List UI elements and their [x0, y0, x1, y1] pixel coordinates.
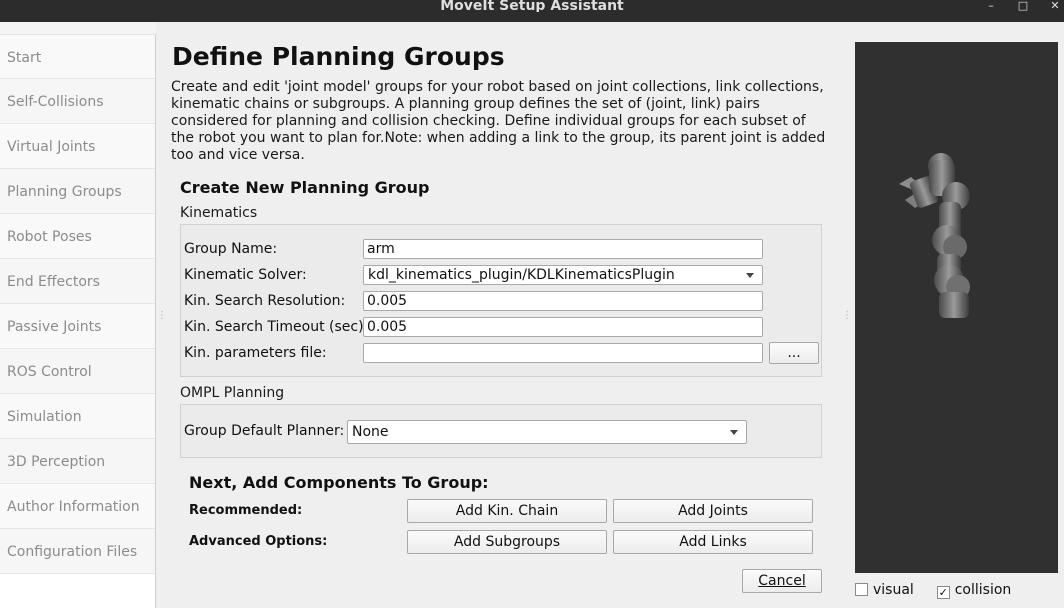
visual-checkbox[interactable]	[855, 583, 868, 596]
group-name-input[interactable]: arm	[363, 239, 763, 259]
create-group-heading: Create New Planning Group	[180, 178, 430, 197]
sidebar-item-self-collisions[interactable]: Self-Collisions	[0, 79, 155, 124]
add-joints-button[interactable]: Add Joints	[613, 499, 813, 523]
add-subgroups-button[interactable]: Add Subgroups	[407, 530, 607, 554]
chevron-down-icon	[746, 273, 754, 278]
window-titlebar: MoveIt Setup Assistant – □ ✕	[0, 0, 1064, 22]
default-planner-select[interactable]: None	[347, 420, 747, 444]
window-title: MoveIt Setup Assistant	[440, 0, 624, 12]
sidebar-item-start[interactable]: Start	[0, 34, 155, 79]
sidebar-item-author-information[interactable]: Author Information	[0, 484, 155, 529]
splitter-handle-right[interactable]: ⋮	[842, 310, 852, 321]
sidebar-item-planning-groups[interactable]: Planning Groups	[0, 169, 155, 214]
ompl-group-box: Group Default Planner: None	[180, 404, 822, 458]
sidebar-item-configuration-files[interactable]: Configuration Files	[0, 529, 155, 574]
main-panel: Define Planning Groups Create and edit '…	[160, 22, 840, 608]
kinematic-solver-value: kdl_kinematics_plugin/KDLKinematicsPlugi…	[368, 267, 675, 283]
viewer-options: visual ✓ collision	[855, 582, 1011, 599]
cancel-button[interactable]: Cancel	[742, 569, 822, 593]
chevron-down-icon	[730, 430, 738, 435]
robot-3d-viewer[interactable]	[855, 42, 1058, 573]
kinematic-solver-label: Kinematic Solver:	[184, 267, 307, 283]
sidebar-item-end-effectors[interactable]: End Effectors	[0, 259, 155, 304]
search-timeout-input[interactable]: 0.005	[363, 317, 763, 337]
recommended-label: Recommended:	[189, 503, 303, 518]
sidebar-item-simulation[interactable]: Simulation	[0, 394, 155, 439]
ompl-section-label: OMPL Planning	[180, 385, 285, 401]
kinematics-section-label: Kinematics	[180, 205, 258, 221]
sidebar-top-spacer	[0, 22, 156, 34]
collision-checkbox[interactable]: ✓	[936, 586, 950, 599]
close-icon[interactable]: ✕	[1044, 0, 1064, 14]
add-links-button[interactable]: Add Links	[613, 530, 813, 554]
sidebar-item-robot-poses[interactable]: Robot Poses	[0, 214, 155, 259]
advanced-options-label: Advanced Options:	[189, 534, 328, 549]
robot-arm-model	[899, 153, 970, 318]
sidebar-item-ros-control[interactable]: ROS Control	[0, 349, 155, 394]
sidebar: Start Self-Collisions Virtual Joints Pla…	[0, 34, 156, 608]
group-name-label: Group Name:	[184, 241, 278, 257]
browse-params-button[interactable]: ...	[769, 342, 819, 364]
sidebar-item-passive-joints[interactable]: Passive Joints	[0, 304, 155, 349]
add-components-heading: Next, Add Components To Group:	[189, 473, 489, 492]
params-file-label: Kin. parameters file:	[184, 345, 327, 361]
maximize-icon[interactable]: □	[1012, 0, 1034, 14]
search-resolution-input[interactable]: 0.005	[363, 291, 763, 311]
page-description: Create and edit 'joint model' groups for…	[171, 79, 826, 163]
visual-label: visual	[873, 582, 914, 598]
minimize-icon[interactable]: –	[980, 0, 1002, 14]
default-planner-label: Group Default Planner:	[184, 423, 345, 439]
kinematic-solver-select[interactable]: kdl_kinematics_plugin/KDLKinematicsPlugi…	[363, 265, 763, 285]
sidebar-item-3d-perception[interactable]: 3D Perception	[0, 439, 155, 484]
sidebar-item-virtual-joints[interactable]: Virtual Joints	[0, 124, 155, 169]
collision-label: collision	[954, 582, 1012, 598]
search-resolution-label: Kin. Search Resolution:	[184, 293, 346, 309]
kinematics-group-box: Group Name: arm Kinematic Solver: kdl_ki…	[180, 224, 822, 377]
default-planner-value: None	[352, 424, 389, 440]
add-kin-chain-button[interactable]: Add Kin. Chain	[407, 499, 607, 523]
page-title: Define Planning Groups	[172, 42, 505, 71]
search-timeout-label: Kin. Search Timeout (sec):	[184, 319, 369, 335]
params-file-input[interactable]	[363, 343, 763, 363]
